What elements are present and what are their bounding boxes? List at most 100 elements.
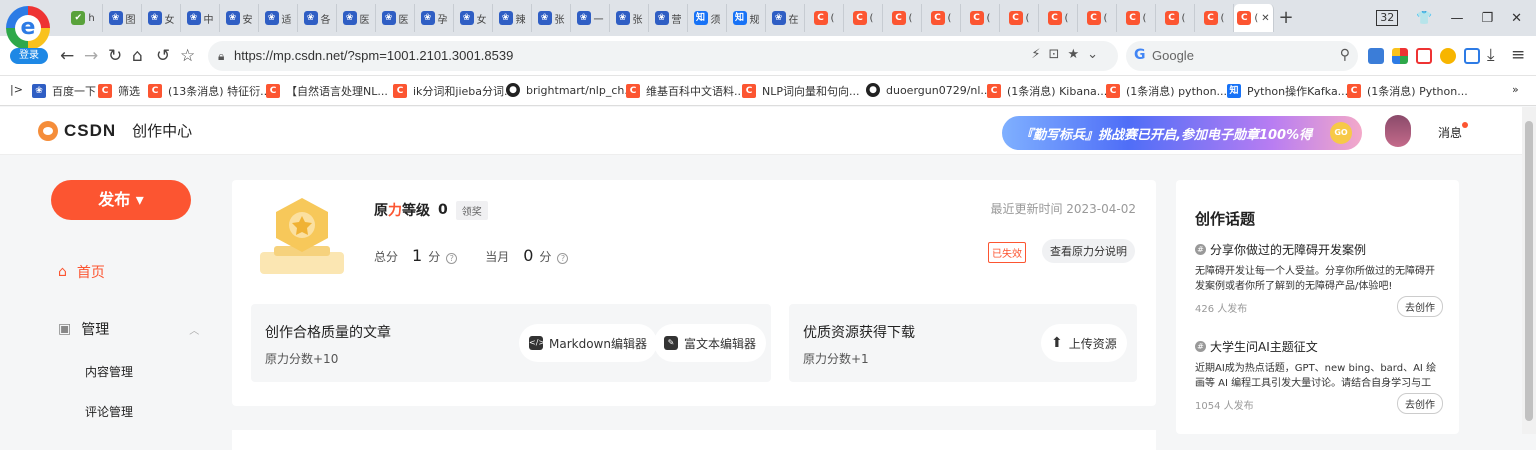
topic-item[interactable]: # 大学生问AI主题征文 近期AI成为热点话题，GPT、new bing、bard… [1195,338,1443,415]
browser-tab[interactable]: C( [1117,4,1156,32]
search-icon[interactable]: ⚲ [1340,47,1350,63]
bookmark-item[interactable]: C (13条消息) 特征衍... [148,83,271,99]
csdn-logo[interactable]: CSDN 创作中心 [38,120,192,141]
login-button[interactable]: 登录 [10,48,48,64]
browser-tab[interactable]: ❀ 安 [220,4,259,32]
bookmark-item[interactable]: C (1条消息) Python... [1347,83,1468,99]
bookmark-item[interactable]: C (1条消息) Kibana... [987,83,1107,99]
browser-tab[interactable]: ❀ 中 [181,4,220,32]
browser-tab[interactable]: 知须 [688,4,727,32]
bookmark-item[interactable]: C 筛选 [98,83,140,99]
tab-count-badge[interactable]: 32 [1376,10,1399,26]
browser-tab[interactable]: C( [1039,4,1078,32]
bookmark-item[interactable]: C NLP词向量和句向... [742,83,859,99]
browser-tab[interactable]: C( [1156,4,1195,32]
c-favicon-icon: C [1125,11,1140,25]
publish-button[interactable]: 发布 ▾ [51,180,191,220]
browser-tab[interactable]: C( [1078,4,1117,32]
home-icon[interactable]: ⌂ [132,46,143,66]
bookmark-item[interactable]: ❀ 百度一下 [32,83,96,99]
richtext-editor-button[interactable]: ✎ 富文本编辑器 [654,324,767,362]
bookmark-item[interactable]: Cik分词和jieba分词... [393,83,515,99]
back-icon[interactable]: ← [60,46,74,66]
url-text[interactable]: https://mp.csdn.net/?spm=1001.2101.3001.… [234,48,513,63]
bookmark-item[interactable]: C 【自然语言处理NL... [266,83,388,99]
tab-title: ( [986,12,991,24]
forward-icon[interactable]: → [84,46,98,66]
scrollbar-thumb[interactable] [1525,121,1533,421]
browser-tab[interactable]: ❀ 医 [337,4,376,32]
page-scrollbar[interactable] [1522,107,1536,434]
sidebar-subitem-comments[interactable]: 评论管理 [85,403,133,420]
help-icon[interactable]: ? [557,253,569,264]
view-explanation-button[interactable]: 查看原力分说明 [1042,239,1135,263]
browser-tab[interactable]: ❀ 女 [454,4,493,32]
browser-tab[interactable]: ❀ 营 [649,4,688,32]
bookmark-item[interactable]: C (1条消息) python... [1106,83,1227,99]
browser-tab[interactable]: ❀ 辣 [493,4,532,32]
topic-item[interactable]: # 分享你做过的无障碍开发案例 无障碍开发让每一个人受益。分享你所做过的无障碍开发… [1195,241,1443,318]
richtext-icon: ✎ [664,336,678,350]
browser-tab[interactable]: C( [922,4,961,32]
browser-tab[interactable]: ❀ 一 [571,4,610,32]
browser-tab[interactable]: ❀ 图 [103,4,142,32]
help-icon[interactable]: ? [446,253,458,264]
upload-resource-button[interactable]: ⬆ 上传资源 [1041,324,1127,362]
browser-tab[interactable]: 知规 [727,4,766,32]
browser-tab[interactable]: ✔ h [64,4,103,32]
sidebar-item-home[interactable]: ⌂ 首页 [58,262,105,282]
browser-tab[interactable]: ❀ 各 [298,4,337,32]
crop-icon[interactable] [1464,48,1480,64]
browser-tab[interactable]: C(✕ [1234,4,1274,32]
download-icon[interactable]: ⤓ [1487,45,1495,65]
bookmark-item[interactable]: 知 Python操作Kafka... [1227,83,1348,99]
search-box[interactable]: G Google ⚲ [1126,41,1358,71]
browser-tab[interactable]: ❀ 孕 [415,4,454,32]
moon-icon[interactable] [1440,48,1456,64]
go-create-button[interactable]: 去创作 [1397,296,1443,317]
close-window-icon[interactable]: ✕ [1511,11,1522,26]
sidebar-subitem-content[interactable]: 内容管理 [85,363,133,380]
browser-tab[interactable]: ❀ 张 [610,4,649,32]
sidebar-toggle-icon[interactable]: |> [10,83,23,96]
pdf-extension-icon[interactable] [1416,48,1432,64]
bookmark-item[interactable]: ● brightmart/nlp_ch... [506,83,635,97]
topic-title[interactable]: 大学生问AI主题征文 [1210,338,1318,355]
reload-icon[interactable]: ↻ [108,46,122,66]
browser-tab[interactable]: ❀ 张 [532,4,571,32]
restore-icon[interactable]: ❐ [1481,11,1493,26]
promo-banner[interactable]: 『勤写标兵』挑战赛已开启,参加电子勋章100%得 GO [1002,116,1362,150]
browser-tab[interactable]: C( [883,4,922,32]
browser-tab[interactable]: ❀ 女 [142,4,181,32]
shirt-icon[interactable]: 👕 [1416,11,1432,26]
browser-tab[interactable]: ❀ 医 [376,4,415,32]
minimize-icon[interactable]: — [1450,11,1463,26]
browser-tab[interactable]: C( [961,4,1000,32]
markdown-editor-button[interactable]: </> Markdown编辑器 [519,324,657,362]
close-tab-icon[interactable]: ✕ [1261,13,1269,24]
bookmark-item[interactable]: ● duoergun0729/nl... [866,83,991,97]
go-create-button[interactable]: 去创作 [1397,393,1443,414]
apps-extension-icon[interactable] [1392,48,1408,64]
avatar[interactable] [1385,115,1411,147]
sidebar-item-manage[interactable]: ▣ 管理 ︿ [58,319,199,339]
new-tab-icon[interactable]: + [1274,4,1298,32]
star-outline-icon[interactable]: ☆ [180,46,195,66]
topic-title[interactable]: 分享你做过的无障碍开发案例 [1210,241,1366,258]
more-bookmarks-icon[interactable]: » [1512,83,1519,96]
browser-tab[interactable]: C( [844,4,883,32]
menu-icon[interactable]: ≡ [1511,45,1525,65]
undo-icon[interactable]: ↺ [156,46,170,66]
bookmark-item[interactable]: C 维基百科中文语料... [626,83,745,99]
browser-tab[interactable]: C( [1000,4,1039,32]
browser-tab[interactable]: ❀ 适 [259,4,298,32]
address-bar[interactable]: 🔒︎ https://mp.csdn.net/?spm=1001.2101.30… [208,41,1118,71]
browser-tab[interactable]: C( [1195,4,1234,32]
translate-extension-icon[interactable] [1368,48,1384,64]
address-actions[interactable]: ⚡⊡★⌄ [1031,47,1106,62]
browser-logo-icon[interactable]: e [6,6,50,50]
browser-tab[interactable]: ❀ 在 [766,4,805,32]
browser-tab[interactable]: C( [805,4,844,32]
claim-reward-tag[interactable]: 领奖 [455,200,488,220]
messages-link[interactable]: 消息 [1438,122,1469,141]
